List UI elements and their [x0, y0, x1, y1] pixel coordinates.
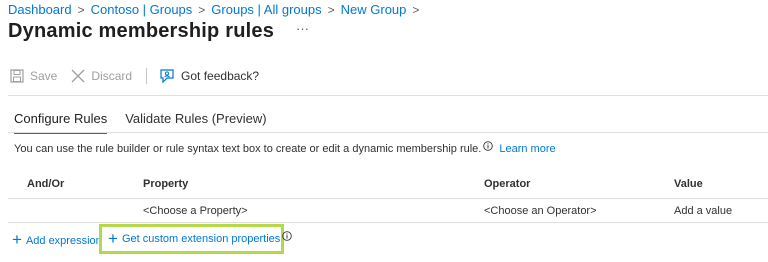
feedback-label: Got feedback?: [181, 69, 260, 83]
tabs-divider-line: [8, 132, 768, 133]
column-header-property: Property: [143, 178, 189, 190]
grid-header-divider: [8, 198, 768, 199]
tab-bar: Configure Rules Validate Rules (Preview): [14, 111, 285, 134]
tab-validate-rules[interactable]: Validate Rules (Preview): [125, 111, 266, 134]
custom-extension-label: Get custom extension properties: [121, 233, 281, 245]
more-options-button[interactable]: ···: [296, 21, 309, 36]
breadcrumb-separator: >: [198, 2, 206, 17]
get-custom-extension-properties-button[interactable]: + Get custom extension properties: [99, 224, 293, 254]
description-text: You can use the rule builder or rule syn…: [14, 143, 482, 155]
save-label: Save: [30, 69, 58, 83]
save-icon: [10, 69, 24, 83]
breadcrumb-separator: >: [77, 2, 85, 17]
feedback-button[interactable]: Got feedback?: [159, 68, 260, 84]
info-icon[interactable]: [282, 231, 293, 241]
grid-row-divider: [8, 222, 768, 223]
tab-configure-rules[interactable]: Configure Rules: [14, 111, 108, 134]
description: You can use the rule builder or rule syn…: [14, 141, 556, 155]
discard-button[interactable]: Discard: [71, 69, 132, 83]
discard-label: Discard: [91, 69, 133, 83]
operator-select[interactable]: <Choose an Operator>: [484, 205, 597, 217]
feedback-icon: [159, 68, 175, 84]
breadcrumb-contoso-groups[interactable]: Contoso | Groups: [91, 2, 193, 17]
column-header-value: Value: [674, 178, 703, 190]
page-title: Dynamic membership rules: [8, 20, 275, 42]
breadcrumb-all-groups[interactable]: Groups | All groups: [211, 2, 321, 17]
learn-more-link[interactable]: Learn more: [499, 143, 555, 155]
close-icon: [71, 69, 85, 83]
info-icon[interactable]: [483, 141, 494, 151]
add-expression-label: Add expression: [25, 234, 102, 247]
toolbar-divider-line: [8, 95, 768, 96]
title-row: Dynamic membership rules ···: [8, 20, 309, 43]
column-header-and-or: And/Or: [27, 178, 65, 190]
property-select[interactable]: <Choose a Property>: [143, 205, 248, 217]
breadcrumb: Dashboard > Contoso | Groups > Groups | …: [8, 2, 425, 17]
save-button[interactable]: Save: [10, 69, 57, 83]
plus-icon: +: [12, 230, 22, 249]
value-input[interactable]: Add a value: [674, 205, 732, 217]
breadcrumb-separator: >: [327, 2, 335, 17]
column-header-operator: Operator: [484, 178, 531, 190]
breadcrumb-dashboard[interactable]: Dashboard: [8, 2, 72, 17]
plus-icon: +: [108, 228, 118, 248]
breadcrumb-new-group[interactable]: New Group: [341, 2, 407, 17]
command-bar: Save Discard Got feedback?: [10, 68, 273, 84]
toolbar-divider: [146, 68, 148, 84]
breadcrumb-separator: >: [412, 2, 420, 17]
add-expression-button[interactable]: + Add expression: [12, 230, 102, 249]
